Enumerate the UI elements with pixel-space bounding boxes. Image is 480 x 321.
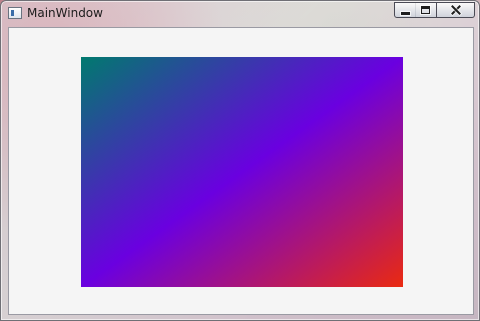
close-button[interactable] [437, 2, 475, 18]
minimize-icon [400, 11, 410, 15]
minimize-button[interactable] [394, 2, 416, 18]
title-bar[interactable]: MainWindow [1, 1, 479, 27]
maximize-button[interactable] [415, 2, 437, 18]
gradient-rect [81, 57, 403, 287]
window-client-area [8, 27, 474, 315]
close-icon [450, 4, 462, 16]
window-app-icon[interactable] [8, 7, 22, 19]
gradient-canvas [81, 57, 403, 287]
main-window: MainWindow [0, 0, 480, 321]
maximize-icon [421, 6, 430, 14]
window-title: MainWindow [27, 6, 103, 20]
